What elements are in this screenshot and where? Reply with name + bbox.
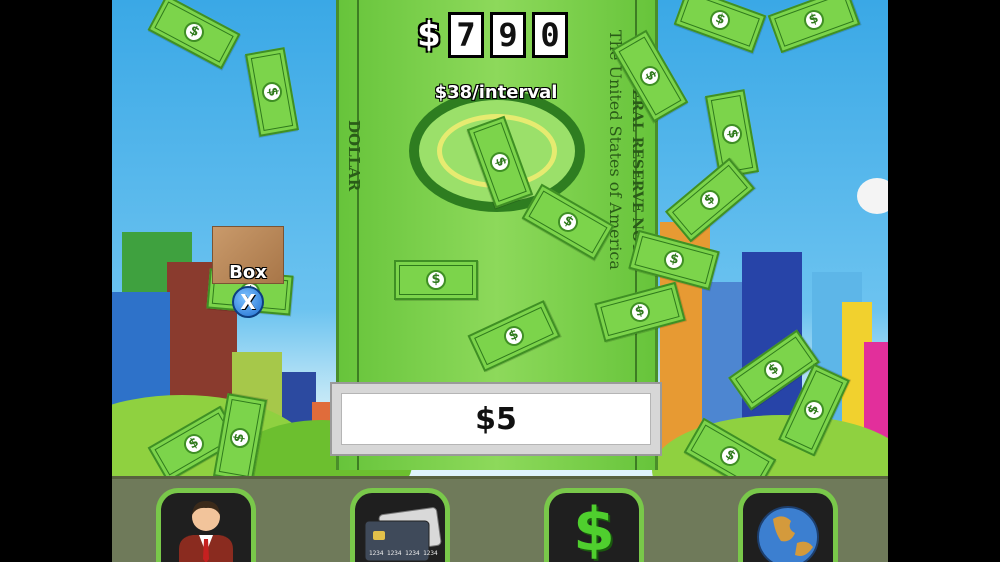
card-number: 1234 1234 1234 1234 xyxy=(369,550,438,557)
falling-bill: $ xyxy=(245,47,299,137)
falling-bill: $ xyxy=(147,0,241,70)
globe-icon xyxy=(757,506,819,562)
price-panel[interactable]: $5 xyxy=(330,382,662,456)
bottom-toolbar: 1234 1234 1234 1234 $ xyxy=(112,476,888,562)
money-digit: 9 xyxy=(490,12,526,58)
money-digit: 0 xyxy=(532,12,568,58)
right-letterbox xyxy=(888,0,1000,562)
credit-cards-icon: 1234 1234 1234 1234 xyxy=(364,507,442,562)
cancel-button[interactable]: X xyxy=(232,286,264,318)
falling-bill: $ xyxy=(394,260,478,300)
currency-symbol: $ xyxy=(417,15,441,55)
box-item-label: Box xyxy=(229,262,267,283)
income-rate: $38/interval xyxy=(434,82,558,103)
left-letterbox xyxy=(0,0,112,562)
toolbar-button-money[interactable]: $ xyxy=(544,488,644,562)
falling-bill: $ xyxy=(673,0,767,54)
toolbar-button-staff[interactable] xyxy=(156,488,256,562)
money-digit: 7 xyxy=(448,12,484,58)
dollar-sign-icon: $ xyxy=(573,495,615,562)
toolbar-button-world[interactable] xyxy=(738,488,838,562)
falling-bill: $ xyxy=(767,0,861,54)
toolbar-button-cards[interactable]: 1234 1234 1234 1234 xyxy=(350,488,450,562)
money-counter: $ 7 9 0 xyxy=(416,12,568,58)
businessman-icon xyxy=(179,501,233,562)
game-viewport[interactable]: DOLLAR The United States of America FEDE… xyxy=(112,0,888,562)
price-label: $5 xyxy=(341,393,651,445)
bill-dollar-text: DOLLAR xyxy=(345,120,363,192)
